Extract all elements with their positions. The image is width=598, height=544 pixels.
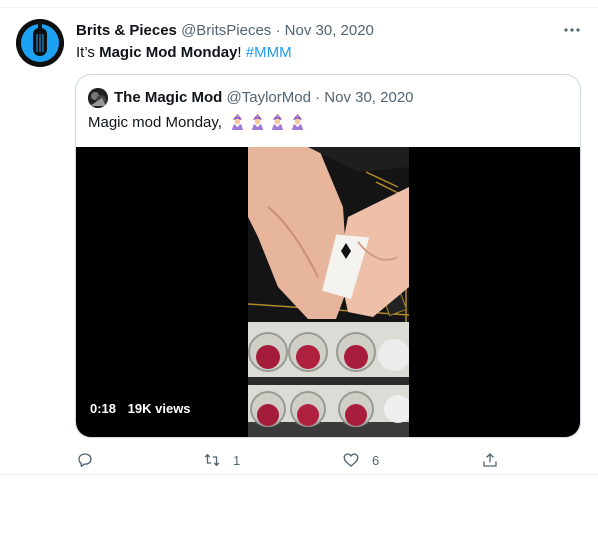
quote-text-body: Magic mod Monday,: [88, 114, 222, 131]
reply-icon: [78, 453, 92, 468]
separator-dot: ·: [275, 22, 281, 39]
retweet-count: 1: [233, 452, 241, 468]
quote-avatar[interactable]: [88, 88, 108, 108]
tweet-date[interactable]: Nov 30, 2020: [285, 22, 374, 39]
video-views: 19K views: [127, 401, 191, 416]
quote-handle[interactable]: @TaylorMod: [227, 89, 311, 106]
reply-button[interactable]: [76, 451, 106, 469]
quoted-tweet[interactable]: The Magic Mod @TaylorMod · Nov 30, 2020 …: [75, 74, 581, 438]
tweet-text-bold: Magic Mod Monday: [99, 44, 238, 61]
handle[interactable]: @BritsPieces: [181, 22, 271, 39]
hashtag-link[interactable]: #MMM: [246, 44, 292, 61]
guitar-logo-icon: [16, 19, 64, 67]
video-thumbnail: [248, 147, 409, 437]
more-button[interactable]: [562, 20, 582, 40]
like-count: 6: [372, 452, 380, 468]
display-name[interactable]: Brits & Pieces: [76, 22, 177, 39]
quote-display-name[interactable]: The Magic Mod: [114, 89, 222, 106]
video-frame: [248, 147, 409, 437]
action-bar: 1 6: [76, 451, 506, 471]
like-icon: [343, 453, 359, 467]
retweet-button[interactable]: 1: [203, 451, 240, 469]
more-icon: [564, 28, 580, 32]
tweet-card[interactable]: Brits & Pieces @BritsPieces · Nov 30, 20…: [0, 7, 598, 475]
share-icon: [483, 453, 497, 467]
avatar[interactable]: [16, 19, 64, 67]
quote-text: Magic mod Monday,: [88, 113, 306, 131]
quote-avatar-image: [88, 88, 108, 108]
magician-emoji-icon: [271, 113, 284, 130]
quote-header: The Magic Mod @TaylorMod · Nov 30, 2020: [114, 89, 414, 106]
tweet-text-prefix: It’s: [76, 44, 100, 61]
magician-emoji-icon: [251, 113, 264, 130]
video-info-overlay: 0:18 19K views: [90, 401, 191, 416]
separator-dot: ·: [315, 89, 321, 106]
video-player[interactable]: 0:18 19K views: [76, 147, 580, 437]
tweet-text-bang: !: [237, 44, 242, 61]
share-button[interactable]: [481, 451, 499, 469]
magician-emoji-icon: [231, 113, 244, 130]
tweet-header: Brits & Pieces @BritsPieces · Nov 30, 20…: [76, 22, 374, 39]
quote-date[interactable]: Nov 30, 2020: [324, 89, 413, 106]
magician-emoji-icon: [291, 113, 304, 130]
video-duration: 0:18: [90, 401, 117, 416]
like-button[interactable]: 6: [342, 451, 379, 469]
retweet-icon: [204, 453, 220, 467]
tweet-text: It’s Magic Mod Monday! #MMM: [76, 44, 292, 61]
